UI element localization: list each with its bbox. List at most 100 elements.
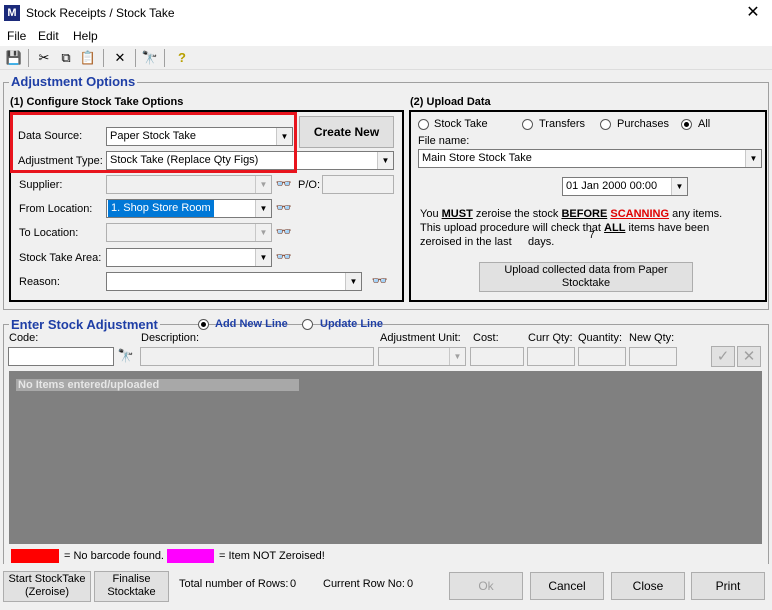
date-value: 01 Jan 2000 00:00 (566, 180, 658, 192)
zeroise-notice-line1: You MUST zeroise the stock BEFORE SCANNI… (420, 208, 723, 220)
enter-adjustment-title: Enter Stock Adjustment (9, 317, 160, 332)
save-icon[interactable]: 💾 (4, 49, 24, 67)
close-window-icon[interactable]: ✕ (740, 3, 766, 23)
quantity-input[interactable] (578, 347, 626, 366)
toolbar-separator (164, 49, 165, 67)
reason-lookup-glasses-icon[interactable]: 👓 (370, 272, 390, 290)
date-picker[interactable]: 01 Jan 2000 00:00 ▼ (562, 177, 688, 196)
menu-help[interactable]: Help (73, 29, 98, 43)
code-input[interactable] (8, 347, 114, 366)
curr-qty-column-label: Curr Qty: (528, 332, 573, 344)
find-binoculars-icon[interactable]: 🔭 (140, 49, 160, 67)
copy-icon[interactable]: ⧉ (56, 49, 76, 67)
to-location-label: To Location: (19, 227, 79, 239)
code-column-label: Code: (9, 332, 39, 344)
new-qty-input[interactable] (629, 347, 677, 366)
legend-magenta-text: = Item NOT Zeroised! (219, 550, 325, 562)
chevron-down-icon[interactable]: ▼ (255, 224, 271, 241)
close-button[interactable]: Close (611, 572, 685, 600)
radio-transfers[interactable] (522, 119, 533, 130)
supplier-label: Supplier: (19, 179, 63, 191)
upload-section-title: (2) Upload Data (410, 96, 491, 108)
stock-take-area-lookup-glasses-icon[interactable]: 👓 (274, 248, 294, 266)
toolbar-separator (28, 49, 29, 67)
chevron-down-icon[interactable]: ▼ (255, 249, 271, 266)
radio-update-line[interactable] (302, 319, 313, 330)
file-name-select[interactable]: Main Store Stock Take ▼ (418, 149, 762, 168)
quantity-column-label: Quantity: (578, 332, 623, 344)
zeroise-days-value[interactable]: 7 (589, 230, 595, 241)
adjustment-unit-select[interactable]: ▼ (378, 347, 466, 366)
total-rows-label: Total number of Rows: (179, 578, 289, 590)
chevron-down-icon[interactable]: ▼ (745, 150, 761, 167)
po-label: P/O: (298, 179, 321, 191)
file-name-value: Main Store Stock Take (422, 152, 532, 164)
cut-icon[interactable]: ✂ (34, 49, 54, 67)
radio-purchases-label: Purchases (617, 118, 669, 130)
supplier-select[interactable]: ▼ (106, 175, 272, 194)
zeroise-notice-line2: This upload procedure will check that AL… (420, 222, 710, 234)
to-location-lookup-glasses-icon[interactable]: 👓 (274, 223, 294, 241)
delete-icon[interactable]: ✕ (110, 49, 130, 67)
curr-qty-input[interactable] (527, 347, 575, 366)
description-input[interactable] (140, 347, 374, 366)
radio-all-label: All (698, 118, 711, 130)
ok-button[interactable]: Ok (449, 572, 523, 600)
chevron-down-icon[interactable]: ▼ (255, 176, 271, 193)
app-logo-icon: M (4, 5, 20, 21)
from-location-value: 1. Shop Store Room (108, 200, 214, 217)
to-location-select[interactable]: ▼ (106, 223, 272, 242)
reason-label: Reason: (19, 276, 60, 288)
toolbar-separator (135, 49, 136, 67)
toolbar-separator (103, 49, 104, 67)
cancel-button[interactable]: Cancel (530, 572, 604, 600)
radio-add-new-line[interactable] (198, 319, 209, 330)
print-button[interactable]: Print (691, 572, 765, 600)
radio-update-line-label: Update Line (320, 318, 383, 330)
chevron-down-icon[interactable]: ▼ (671, 178, 687, 195)
legend-red-swatch (11, 549, 59, 563)
start-stocktake-zeroise-button[interactable]: Start StockTake (Zeroise) (3, 571, 91, 602)
supplier-lookup-glasses-icon[interactable]: 👓 (274, 175, 294, 193)
paste-icon[interactable]: 📋 (78, 49, 98, 67)
from-location-label: From Location: (19, 203, 93, 215)
confirm-line-check-icon[interactable]: ✓ (711, 346, 735, 367)
chevron-down-icon[interactable]: ▼ (255, 200, 271, 217)
stock-take-area-label: Stock Take Area: (19, 252, 102, 264)
highlight-annotation (10, 112, 297, 173)
window-title: Stock Receipts / Stock Take (26, 6, 175, 20)
code-search-binoculars-icon[interactable]: 🔭 (116, 347, 136, 365)
menu-file[interactable]: File (7, 29, 26, 43)
new-qty-column-label: New Qty: (629, 332, 675, 344)
cancel-line-x-icon[interactable]: ✕ (737, 346, 761, 367)
reason-select[interactable]: ▼ (106, 272, 362, 291)
total-rows-value: 0 (290, 578, 297, 590)
current-row-value: 0 (407, 578, 414, 590)
description-column-label: Description: (141, 332, 200, 344)
help-icon[interactable]: ? (172, 49, 192, 67)
items-grid-empty-message: No Items entered/uploaded (16, 379, 299, 391)
current-row-label: Current Row No: (323, 578, 405, 590)
stock-take-area-select[interactable]: ▼ (106, 248, 272, 267)
radio-purchases[interactable] (600, 119, 611, 130)
po-input[interactable] (322, 175, 394, 194)
from-location-select[interactable]: 1. Shop Store Room ▼ (106, 199, 272, 218)
create-new-button[interactable]: Create New (299, 116, 394, 148)
menu-bar (0, 27, 772, 46)
items-grid[interactable] (9, 371, 762, 544)
from-location-lookup-glasses-icon[interactable]: 👓 (274, 199, 294, 217)
cost-column-label: Cost: (473, 332, 499, 344)
chevron-down-icon[interactable]: ▼ (449, 348, 465, 365)
legend-magenta-swatch (167, 549, 214, 563)
configure-section-title: (1) Configure Stock Take Options (10, 96, 184, 108)
chevron-down-icon[interactable]: ▼ (345, 273, 361, 290)
radio-stock-take[interactable] (418, 119, 429, 130)
menu-edit[interactable]: Edit (38, 29, 59, 43)
upload-paper-stocktake-button[interactable]: Upload collected data from Paper Stockta… (479, 262, 693, 292)
adjustment-options-title: Adjustment Options (9, 74, 138, 89)
radio-all[interactable] (681, 119, 692, 130)
cost-input[interactable] (470, 347, 524, 366)
chevron-down-icon[interactable]: ▼ (377, 152, 393, 169)
zeroise-notice-line3: zeroised in the last (420, 236, 512, 248)
finalise-stocktake-button[interactable]: Finalise Stocktake (94, 571, 169, 602)
